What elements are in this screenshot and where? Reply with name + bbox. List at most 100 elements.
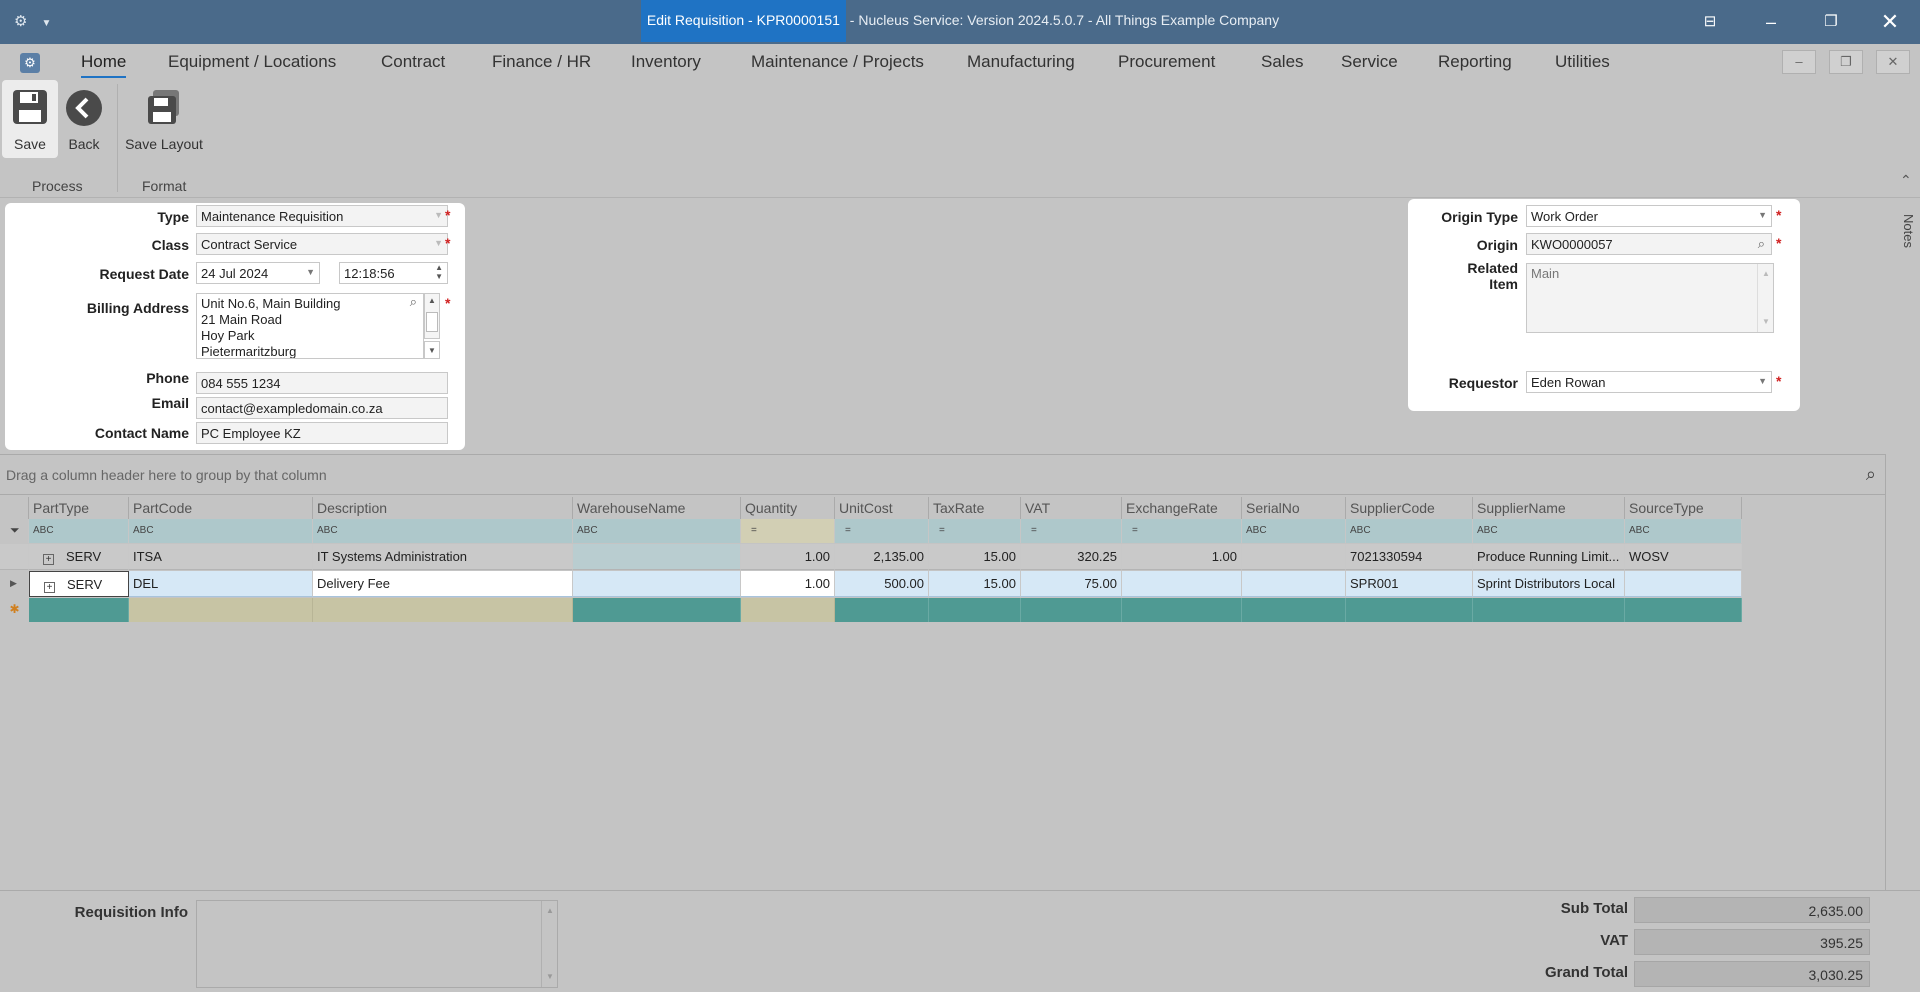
requisition-info-scrollbar[interactable]: ▲ ▼ [541,901,557,987]
menu-reporting[interactable]: Reporting [1438,52,1512,72]
new-row-cell[interactable] [835,598,929,622]
filter-cell-vat[interactable]: = [1021,519,1122,543]
column-header-taxrate[interactable]: TaxRate [929,497,1021,519]
cell-warehousename[interactable] [573,571,741,597]
search-icon[interactable]: ⌕ [410,294,417,310]
cell-unitcost[interactable]: 2,135.00 [835,544,929,570]
new-row-cell[interactable] [741,598,835,622]
new-row-cell[interactable] [1021,598,1122,622]
spinner-arrows-icon[interactable]: ▲ ▼ [435,263,443,281]
menu-equipment-locations[interactable]: Equipment / Locations [168,52,336,72]
cell-suppliercode[interactable]: SPR001 [1346,571,1473,597]
origin-lookup[interactable]: KWO0000057 ⌕ [1526,233,1772,255]
cell-sourcetype[interactable] [1625,571,1742,597]
cell-quantity[interactable]: 1.00 [741,571,835,597]
cell-partcode[interactable]: DEL [129,571,313,597]
menu-service[interactable]: Service [1341,52,1398,72]
menu-utilities[interactable]: Utilities [1555,52,1610,72]
close-button[interactable]: ✕ [1872,8,1908,36]
new-row-cell[interactable] [1473,598,1625,622]
scroll-up-icon[interactable]: ▲ [542,903,557,919]
filter-cell-description[interactable]: ABC [313,519,573,543]
related-item-scrollbar[interactable]: ▲ ▼ [1757,264,1773,332]
restore-button[interactable]: ❐ [1813,8,1849,36]
scroll-up-icon[interactable]: ▲ [1758,266,1773,282]
group-by-panel[interactable]: Drag a column header here to group by th… [0,455,1886,495]
cell-serialno[interactable] [1242,571,1346,597]
filter-cell-taxrate[interactable]: = [929,519,1021,543]
email-field[interactable]: contact@exampledomain.co.za [196,397,448,419]
billing-dropdown-button[interactable]: ▼ [424,341,440,359]
column-header-vat[interactable]: VAT [1021,497,1122,519]
search-icon[interactable]: ⌕ [1758,236,1765,252]
column-header-partcode[interactable]: PartCode [129,497,313,519]
scroll-thumb[interactable] [426,312,438,332]
mdi-minimize-button[interactable]: – [1782,50,1816,74]
menu-inventory[interactable]: Inventory [631,52,701,72]
scroll-up-icon[interactable]: ▲ [425,296,439,305]
column-header-serialno[interactable]: SerialNo [1242,497,1346,519]
phone-field[interactable]: 084 555 1234 [196,372,448,394]
menu-contract[interactable]: Contract [381,52,445,72]
save-layout-button[interactable]: Save Layout [122,80,206,158]
menu-procurement[interactable]: Procurement [1118,52,1215,72]
cell-serialno[interactable] [1242,544,1346,570]
cell-warehousename[interactable] [573,544,741,570]
cell-suppliername[interactable]: Sprint Distributors Local [1473,571,1625,597]
cell-suppliername[interactable]: Produce Running Limit... [1473,544,1625,570]
save-button[interactable]: Save [2,80,58,158]
column-header-description[interactable]: Description [313,497,573,519]
back-button[interactable]: Back [56,80,112,158]
cell-description[interactable]: Delivery Fee [313,571,573,597]
filter-cell-quantity[interactable]: = [741,519,835,543]
notes-tab[interactable]: Notes [1894,214,1916,248]
new-row-cell[interactable] [29,598,129,622]
filter-cell-unitcost[interactable]: = [835,519,929,543]
new-row-cell[interactable] [1625,598,1742,622]
column-header-unitcost[interactable]: UnitCost [835,497,929,519]
filter-icon[interactable]: ⏷ [0,519,29,543]
class-dropdown[interactable]: Contract Service ▼ [196,233,448,255]
menu-maintenance-projects[interactable]: Maintenance / Projects [751,52,924,72]
contact-name-field[interactable]: PC Employee KZ [196,422,448,444]
column-header-suppliercode[interactable]: SupplierCode [1346,497,1473,519]
billing-address-field[interactable]: Unit No.6, Main Building 21 Main Road Ho… [196,293,424,359]
new-row-cell[interactable] [1122,598,1242,622]
collapse-ribbon-icon[interactable]: ⌃ [1900,172,1912,189]
filter-cell-serialno[interactable]: ABC [1242,519,1346,543]
mdi-close-button[interactable]: ✕ [1876,50,1910,74]
expand-icon[interactable]: + [44,582,55,593]
origin-type-dropdown[interactable]: Work Order ▼ [1526,205,1772,227]
scroll-down-icon[interactable]: ▼ [542,969,557,985]
row-indicator[interactable] [0,544,29,570]
filter-cell-suppliercode[interactable]: ABC [1346,519,1473,543]
new-row-cell[interactable] [313,598,573,622]
cell-exchangerate[interactable]: 1.00 [1122,544,1242,570]
mdi-restore-button[interactable]: ❐ [1829,50,1863,74]
layout-icon[interactable]: ⊟ [1692,8,1728,36]
cell-sourcetype[interactable]: WOSV [1625,544,1742,570]
cell-taxrate[interactable]: 15.00 [929,544,1021,570]
cell-parttype[interactable]: + SERV [29,544,129,570]
related-item-field[interactable]: Main ▲ ▼ [1526,263,1774,333]
cell-description[interactable]: IT Systems Administration [313,544,573,570]
column-header-quantity[interactable]: Quantity [741,497,835,519]
cell-quantity[interactable]: 1.00 [741,544,835,570]
column-header-sourcetype[interactable]: SourceType [1625,497,1742,519]
menu-sales[interactable]: Sales [1261,52,1304,72]
scroll-down-icon[interactable]: ▼ [1758,314,1773,330]
new-row-cell[interactable] [1242,598,1346,622]
cell-unitcost[interactable]: 500.00 [835,571,929,597]
filter-cell-warehousename[interactable]: ABC [573,519,741,543]
cell-taxrate[interactable]: 15.00 [929,571,1021,597]
cell-partcode[interactable]: ITSA [129,544,313,570]
request-time-spinner[interactable]: 12:18:56 ▲ ▼ [339,262,448,284]
new-row-cell[interactable] [129,598,313,622]
filter-cell-exchangerate[interactable]: = [1122,519,1242,543]
column-header-parttype[interactable]: PartType [29,497,129,519]
expand-icon[interactable]: + [43,554,54,565]
search-icon[interactable]: ⌕ [1866,464,1876,485]
cell-suppliercode[interactable]: 7021330594 [1346,544,1473,570]
column-header-suppliername[interactable]: SupplierName [1473,497,1625,519]
menu-home[interactable]: Home [81,52,127,78]
